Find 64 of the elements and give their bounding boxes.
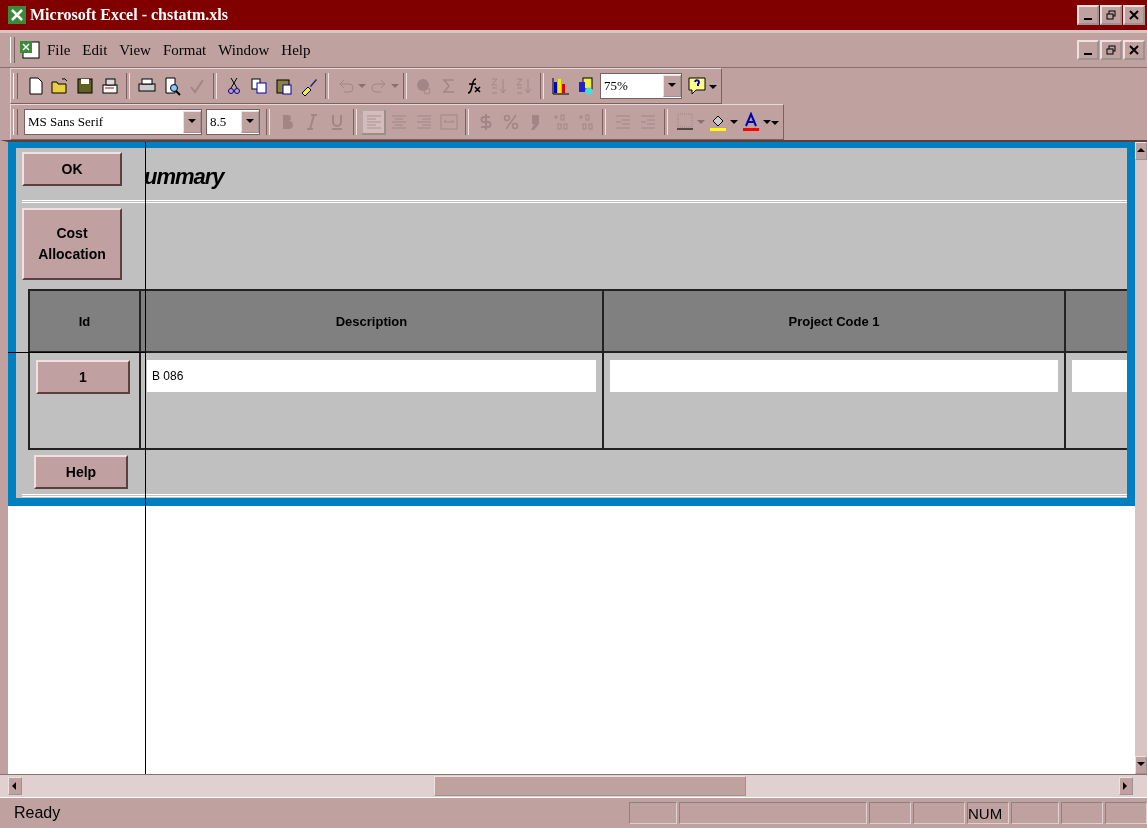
merge-center-icon — [438, 112, 459, 132]
cost-allocation-button[interactable]: Cost Allocation — [22, 208, 122, 280]
help-icon — [686, 76, 707, 96]
chart-icon — [550, 76, 571, 96]
restore-button[interactable] — [1100, 5, 1122, 25]
menu-item[interactable]: Format — [156, 41, 213, 59]
close-button[interactable] — [1123, 40, 1145, 60]
status-panel — [913, 802, 965, 824]
close-button[interactable] — [1123, 5, 1145, 25]
scroll-up-button[interactable] — [1135, 142, 1147, 160]
scroll-down-button[interactable] — [1135, 756, 1147, 774]
close-icon — [1129, 45, 1139, 55]
minimize-icon — [1084, 18, 1092, 20]
menu-item[interactable]: File — [41, 41, 77, 59]
window-title: Microsoft Excel - chstatm.xls — [30, 6, 229, 24]
dropdown-button[interactable] — [663, 75, 681, 97]
menu-item[interactable]: View — [113, 41, 157, 59]
num-lock-indicator: NUM — [967, 802, 1009, 824]
menu-item[interactable]: Help — [275, 41, 317, 59]
horizontal-scrollbar[interactable] — [0, 774, 1147, 797]
menu-item[interactable]: Edit — [76, 41, 114, 59]
more-buttons-icon[interactable] — [709, 82, 717, 90]
column-header: Project Code 1 — [602, 291, 1064, 353]
ok-button[interactable]: OK — [22, 152, 122, 186]
close-icon — [1129, 10, 1139, 20]
scroll-right-button[interactable] — [1119, 777, 1133, 795]
minimize-icon — [1084, 53, 1092, 55]
minimize-button[interactable] — [1077, 40, 1099, 60]
column-header: Description — [139, 291, 602, 353]
borders-icon — [674, 112, 695, 132]
dropdown-button[interactable] — [241, 111, 259, 133]
scroll-left-button[interactable] — [8, 777, 22, 795]
vertical-scrollbar[interactable] — [1135, 142, 1147, 774]
font-dropdown[interactable]: MS Sans Serif — [24, 109, 202, 135]
workbook-icon[interactable] — [19, 40, 41, 60]
status-panel — [1061, 802, 1103, 824]
dropdown-button[interactable] — [183, 111, 201, 133]
dropdown-arrow-icon[interactable] — [730, 118, 738, 126]
row-id-button[interactable]: 1 — [36, 360, 130, 394]
save-icon — [74, 76, 95, 96]
spreadsheet-icon — [8, 6, 26, 24]
status-panel — [1011, 802, 1059, 824]
restore-icon — [1106, 45, 1116, 55]
status-panel — [1105, 802, 1147, 824]
status-panel — [629, 802, 677, 824]
zoom-dropdown[interactable]: 75% — [600, 73, 682, 99]
restore-icon — [1106, 10, 1116, 20]
menu-item[interactable]: Window — [212, 41, 276, 59]
font-color-icon — [740, 112, 761, 132]
text-field[interactable]: B 086 — [147, 360, 596, 392]
font-size-dropdown[interactable]: 8.5 — [206, 109, 260, 135]
restore-button[interactable] — [1100, 40, 1122, 60]
status-text: Ready — [14, 804, 62, 822]
minimize-button[interactable] — [1077, 5, 1099, 25]
form-title: ummary — [144, 164, 224, 190]
scroll-thumb[interactable] — [434, 776, 746, 796]
open-folder-icon — [49, 76, 70, 96]
copy-icon — [248, 76, 269, 96]
status-panel — [869, 802, 911, 824]
paste-icon — [273, 76, 294, 96]
help-button[interactable]: Help — [34, 455, 128, 489]
column-header: Id — [28, 291, 139, 353]
mail-icon — [99, 76, 120, 96]
text-field[interactable] — [610, 360, 1058, 392]
